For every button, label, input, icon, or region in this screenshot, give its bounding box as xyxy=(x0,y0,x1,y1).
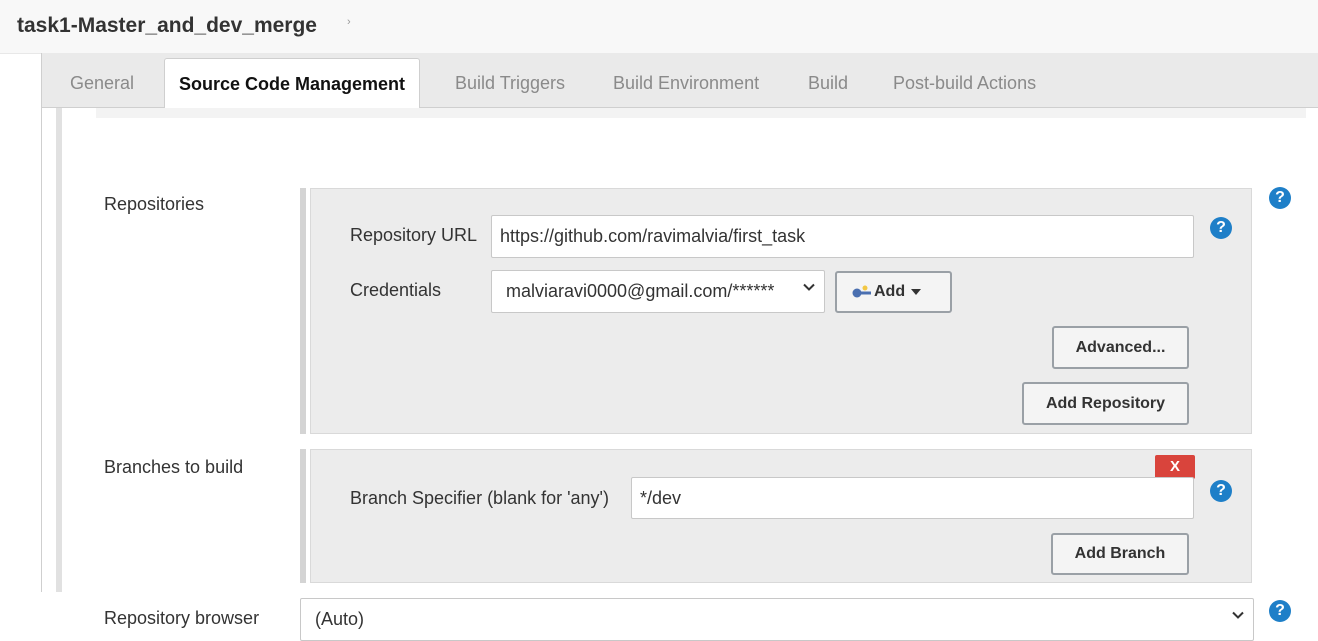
chevron-down-icon xyxy=(803,283,815,291)
branches-bar xyxy=(300,449,306,583)
tab-post-build-actions[interactable]: Post-build Actions xyxy=(893,73,1036,94)
chevron-down-icon xyxy=(1232,611,1244,619)
credentials-select[interactable]: malviaravi0000@gmail.com/****** xyxy=(491,270,825,313)
add-credentials-label: Add xyxy=(874,283,906,300)
breadcrumb-arrow-icon[interactable]: › xyxy=(347,16,351,28)
tab-build[interactable]: Build xyxy=(808,73,848,94)
job-header: task1-Master_and_dev_merge › xyxy=(0,0,1318,54)
branch-specifier-help-icon[interactable]: ? xyxy=(1210,480,1232,502)
tab-build-triggers[interactable]: Build Triggers xyxy=(455,73,565,94)
advanced-button[interactable]: Advanced... xyxy=(1052,326,1189,369)
repository-browser-label: Repository browser xyxy=(104,608,260,628)
tab-general[interactable]: General xyxy=(70,73,134,94)
delete-branch-button[interactable]: X xyxy=(1155,455,1195,479)
caret-down-icon xyxy=(911,289,921,295)
key-icon xyxy=(852,285,871,298)
tab-build-environment[interactable]: Build Environment xyxy=(613,73,759,94)
job-title[interactable]: task1-Master_and_dev_merge xyxy=(17,14,317,38)
repository-url-help-icon[interactable]: ? xyxy=(1210,217,1232,239)
repository-url-input[interactable] xyxy=(491,215,1194,258)
add-repository-button[interactable]: Add Repository xyxy=(1022,382,1189,425)
credentials-value: malviaravi0000@gmail.com/****** xyxy=(506,281,775,301)
branches-label: Branches to build xyxy=(104,457,244,477)
config-tab-bar: General Source Code Management Build Tri… xyxy=(42,53,1318,109)
branch-specifier-label: Branch Specifier (blank for 'any') xyxy=(350,488,609,508)
repositories-label: Repositories xyxy=(104,194,205,214)
repository-browser-help-icon[interactable]: ? xyxy=(1269,600,1291,622)
job-config: General Source Code Management Build Tri… xyxy=(41,53,1318,641)
add-branch-button[interactable]: Add Branch xyxy=(1051,533,1189,575)
repository-browser-value: (Auto) xyxy=(315,609,365,629)
repositories-bar xyxy=(300,188,306,434)
scm-panel: Repositories Repository URL ? Credential… xyxy=(56,108,1318,641)
panel-top-strip xyxy=(96,108,1306,118)
repository-browser-select[interactable]: (Auto) xyxy=(300,598,1254,641)
tab-source-code-management[interactable]: Source Code Management xyxy=(164,58,421,109)
credentials-label: Credentials xyxy=(350,280,442,300)
repositories-help-icon[interactable]: ? xyxy=(1269,187,1291,209)
branch-specifier-input[interactable] xyxy=(631,477,1194,519)
repository-url-label: Repository URL xyxy=(350,225,478,245)
add-credentials-button[interactable]: Add xyxy=(835,271,952,313)
